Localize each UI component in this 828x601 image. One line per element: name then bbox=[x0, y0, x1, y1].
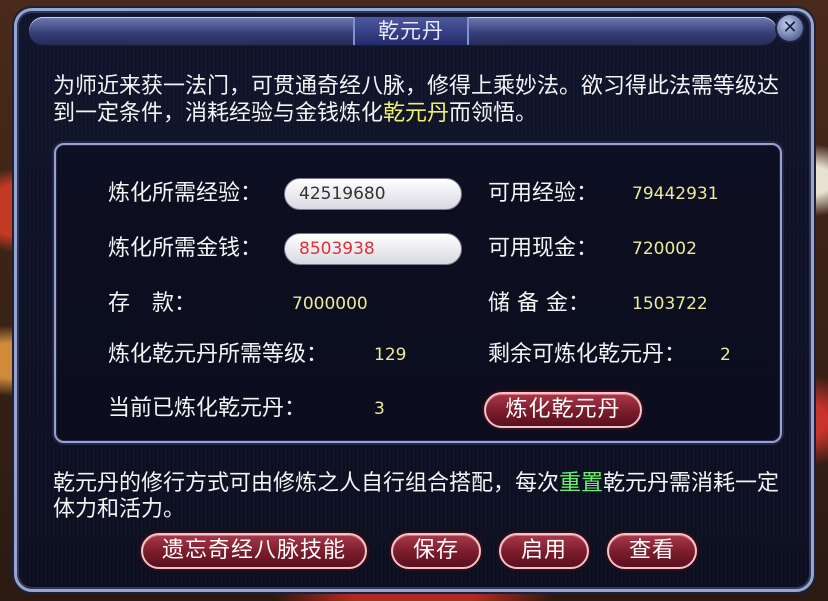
remaining-value: 2 bbox=[720, 345, 731, 365]
required-exp-label: 炼化所需经验： bbox=[108, 181, 263, 206]
required-money-field: 8503938 bbox=[284, 233, 462, 265]
close-icon[interactable]: ✕ bbox=[777, 15, 803, 41]
required-level-label: 炼化乾元丹所需等级： bbox=[108, 342, 329, 367]
view-button[interactable]: 查看 bbox=[607, 533, 697, 569]
refine-info-panel: 炼化所需经验： 42519680 可用经验： 79442931 炼化所需金钱： … bbox=[54, 143, 782, 443]
available-exp-value: 79442931 bbox=[632, 184, 719, 204]
refine-qianyuandan-button[interactable]: 炼化乾元丹 bbox=[484, 392, 642, 428]
qianyuandan-window: 乾元丹 ✕ 为师近来获一法门，可贯通奇经八脉，修得上乘妙法。欲习得此法需等级达到… bbox=[14, 8, 814, 592]
reserve-label: 储 备 金： bbox=[488, 291, 590, 316]
current-refined-label: 当前已炼化乾元丹： bbox=[108, 396, 307, 421]
note-highlight: 重置 bbox=[559, 471, 604, 496]
available-cash-value: 720002 bbox=[632, 239, 697, 259]
deposit-label: 存 款： bbox=[108, 291, 197, 316]
required-exp-field: 42519680 bbox=[284, 178, 462, 210]
intro-highlight: 乾元丹 bbox=[383, 101, 450, 126]
intro-text: 为师近来获一法门，可贯通奇经八脉，修得上乘妙法。欲习得此法需等级达到一定条件，消… bbox=[53, 74, 780, 126]
note-text: 乾元丹的修行方式可由修炼之人自行组合搭配，每次重置乾元丹需消耗一定体力和活力。 bbox=[53, 471, 780, 522]
available-exp-label: 可用经验： bbox=[488, 181, 599, 206]
current-refined-value: 3 bbox=[374, 399, 385, 419]
save-button[interactable]: 保存 bbox=[391, 533, 481, 569]
available-cash-label: 可用现金： bbox=[488, 236, 599, 261]
deposit-value: 7000000 bbox=[292, 294, 368, 314]
reserve-value: 1503722 bbox=[632, 294, 708, 314]
remaining-label: 剩余可炼化乾元丹： bbox=[488, 342, 687, 367]
required-money-label: 炼化所需金钱： bbox=[108, 236, 263, 261]
forget-meridian-skills-button[interactable]: 遗忘奇经八脉技能 bbox=[141, 533, 367, 569]
required-level-value: 129 bbox=[374, 345, 407, 365]
window-title: 乾元丹 bbox=[353, 17, 469, 45]
enable-button[interactable]: 启用 bbox=[499, 533, 589, 569]
